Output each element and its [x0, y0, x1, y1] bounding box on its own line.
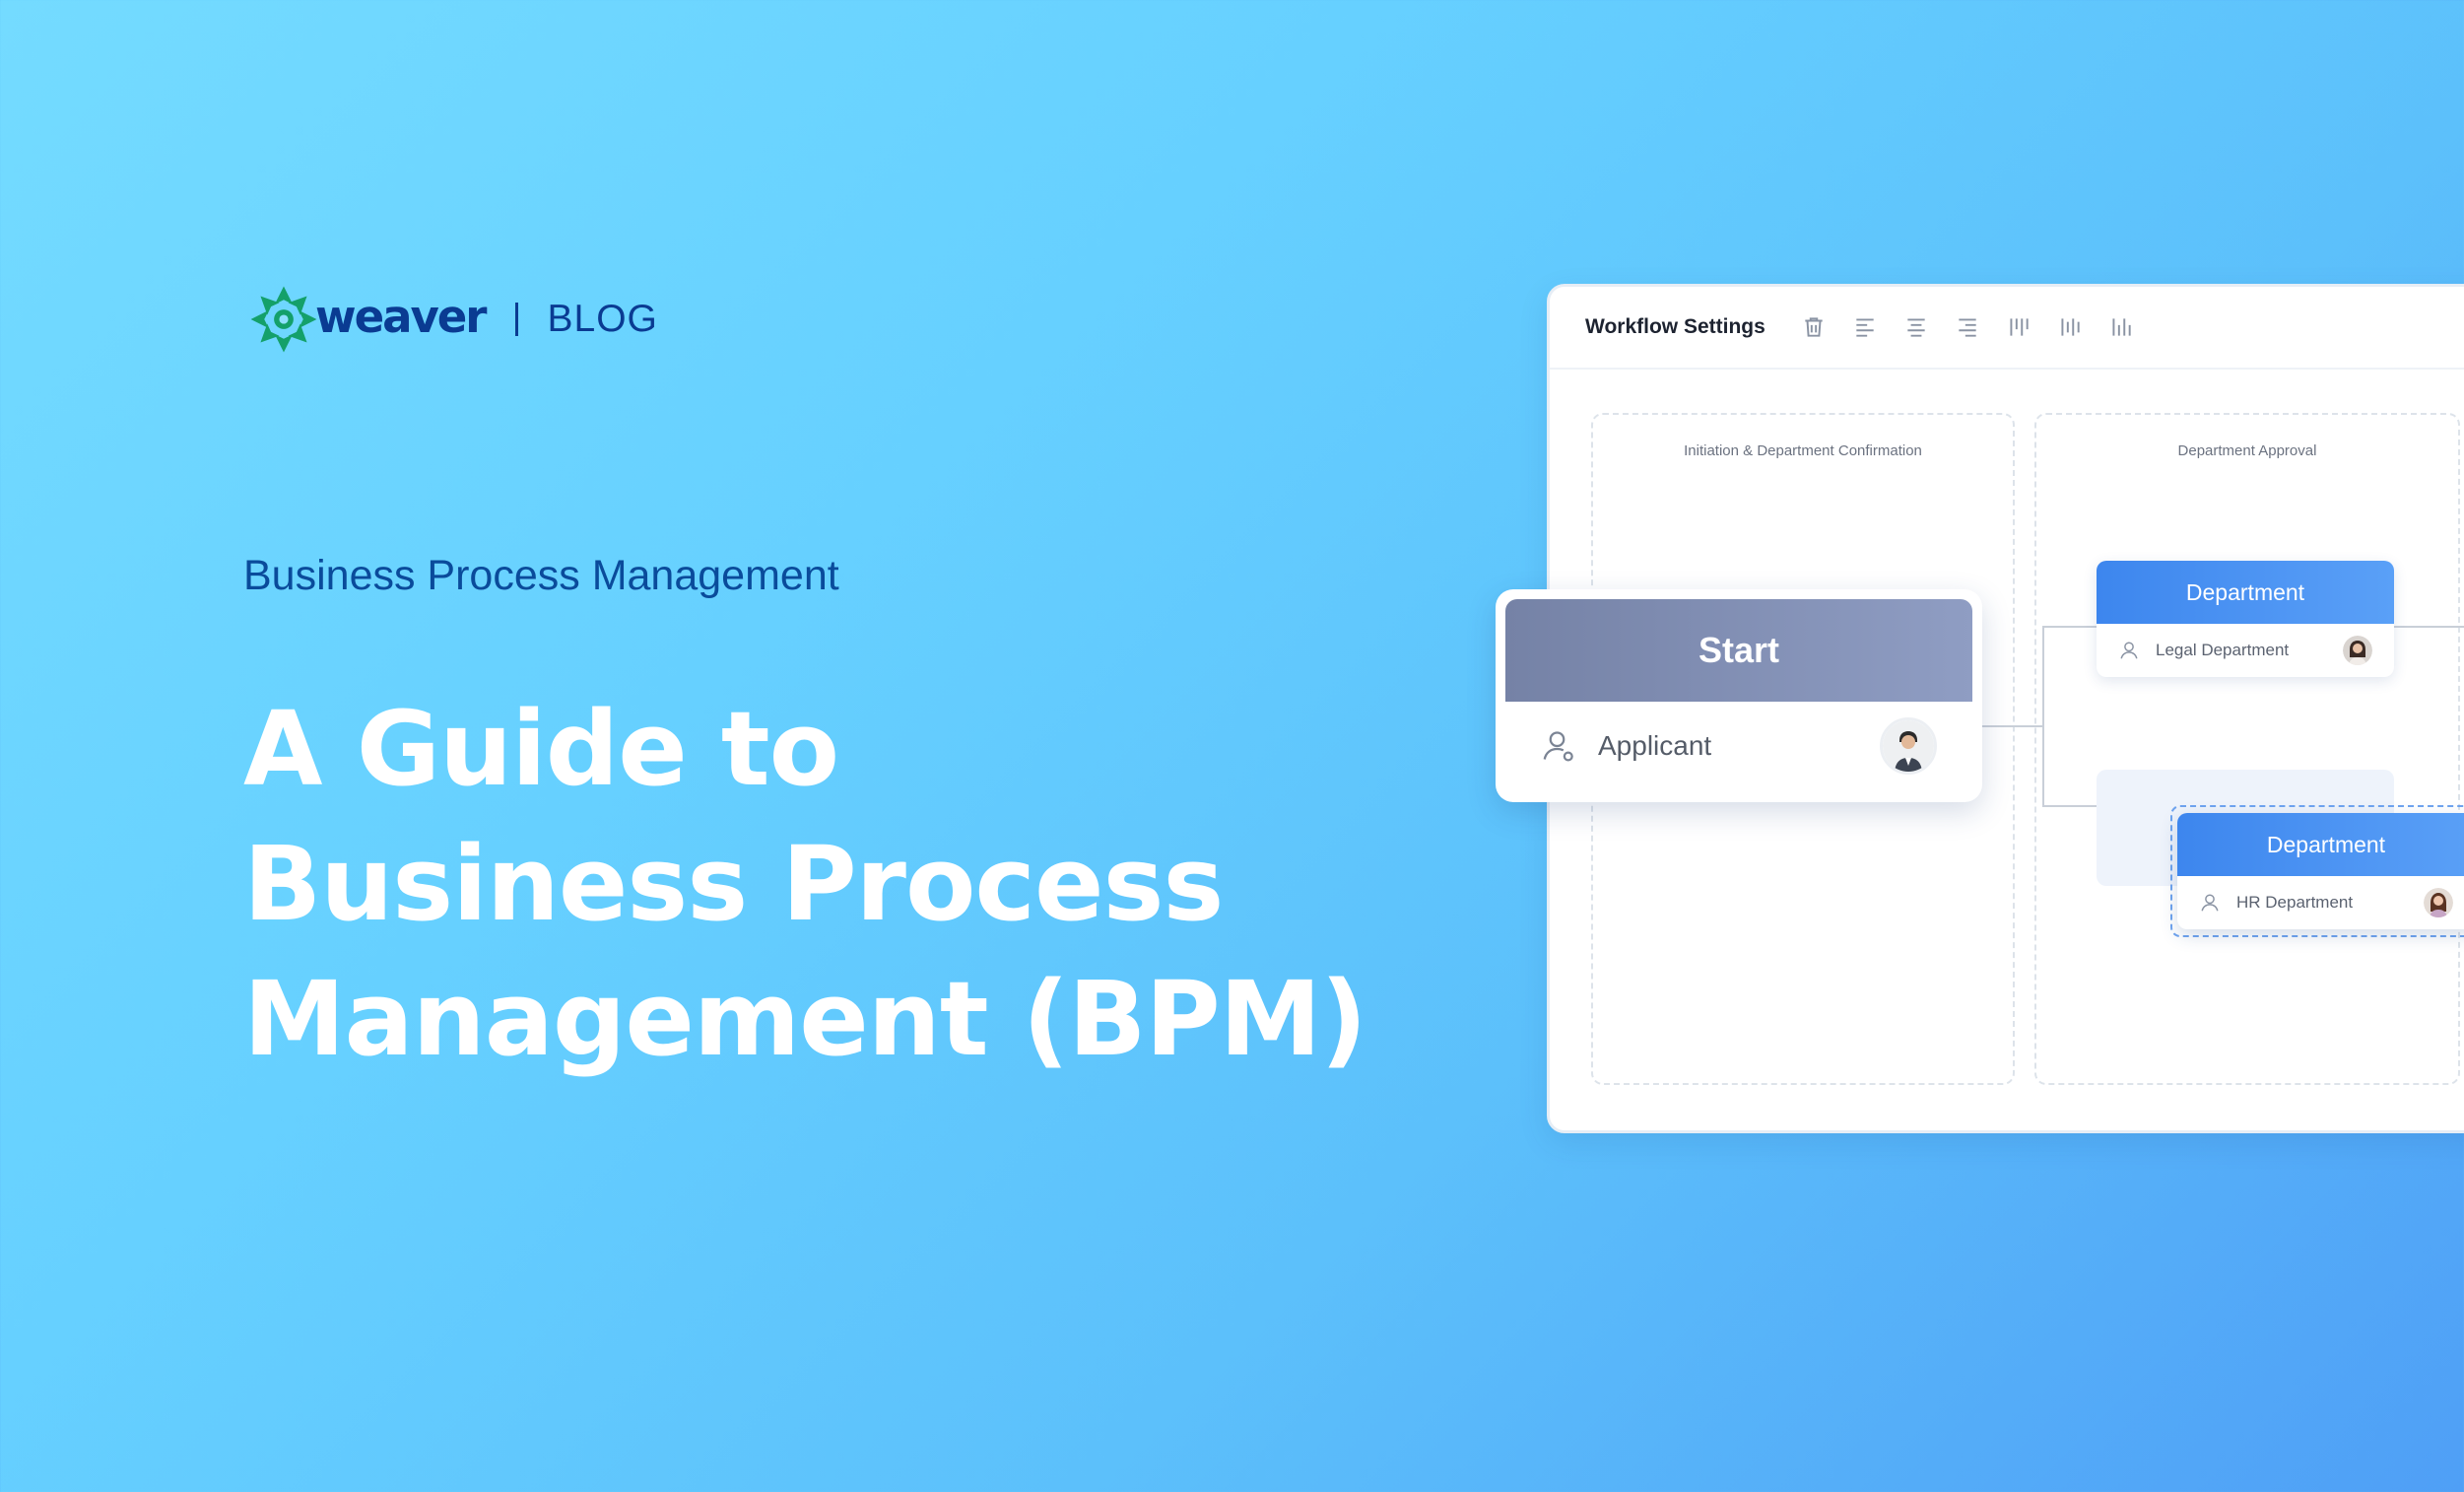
title-line-2: Business Process — [243, 824, 1224, 944]
connector-line — [2042, 626, 2097, 628]
align-top-icon[interactable] — [2006, 314, 2031, 340]
workflow-toolbar: Workflow Settings — [1550, 287, 2464, 370]
connector-line — [1981, 725, 2042, 727]
page-title: A Guide to Business Process Management (… — [243, 682, 1376, 1087]
connector-line — [2394, 626, 2464, 628]
align-left-icon[interactable] — [1852, 314, 1878, 340]
weaver-logo-icon — [250, 286, 317, 353]
lane-department-approval[interactable]: Department Approval — [2034, 413, 2460, 1085]
logo-wordmark: weaver — [315, 290, 488, 343]
start-node-title: Start — [1505, 599, 1972, 702]
blog-label[interactable]: BLOG — [548, 298, 658, 341]
title-line-3: Management (BPM) — [243, 959, 1367, 1079]
category-label: Business Process Management — [243, 552, 839, 599]
brand-header: weaver BLOG — [246, 278, 658, 361]
start-node-body: Applicant — [1505, 702, 1972, 790]
department-node-legal[interactable]: Department Legal Department — [2097, 561, 2394, 677]
department-assignee: HR Department — [2236, 893, 2354, 912]
department-node-title: Department — [2177, 813, 2464, 876]
avatar[interactable] — [2343, 636, 2372, 665]
connector-line — [2042, 805, 2097, 807]
applicant-user-icon — [1543, 731, 1573, 762]
align-right-icon[interactable] — [1955, 314, 1980, 340]
align-bottom-icon[interactable] — [2108, 314, 2134, 340]
user-icon — [2120, 642, 2138, 659]
department-node-body: HR Department — [2177, 876, 2464, 929]
lane-approval-label: Department Approval — [2177, 442, 2317, 459]
lane-initiation-label: Initiation & Department Confirmation — [1684, 442, 1922, 459]
department-assignee: Legal Department — [2156, 641, 2290, 659]
user-icon — [2201, 894, 2219, 912]
avatar[interactable] — [2424, 888, 2453, 917]
delete-icon[interactable] — [1801, 314, 1827, 340]
department-node-title: Department — [2097, 561, 2394, 624]
start-node[interactable]: Start Applicant — [1496, 589, 1982, 802]
connector-line — [2042, 626, 2044, 805]
brand-divider — [514, 303, 518, 336]
workflow-settings-title: Workflow Settings — [1585, 315, 1765, 338]
avatar[interactable] — [1880, 717, 1937, 775]
title-line-1: A Guide to — [243, 689, 839, 809]
align-center-icon[interactable] — [1903, 314, 1929, 340]
start-node-role: Applicant — [1598, 730, 1712, 761]
department-node-body: Legal Department — [2097, 624, 2394, 677]
department-node-hr[interactable]: Department HR Department — [2177, 813, 2464, 929]
align-middle-icon[interactable] — [2057, 314, 2083, 340]
